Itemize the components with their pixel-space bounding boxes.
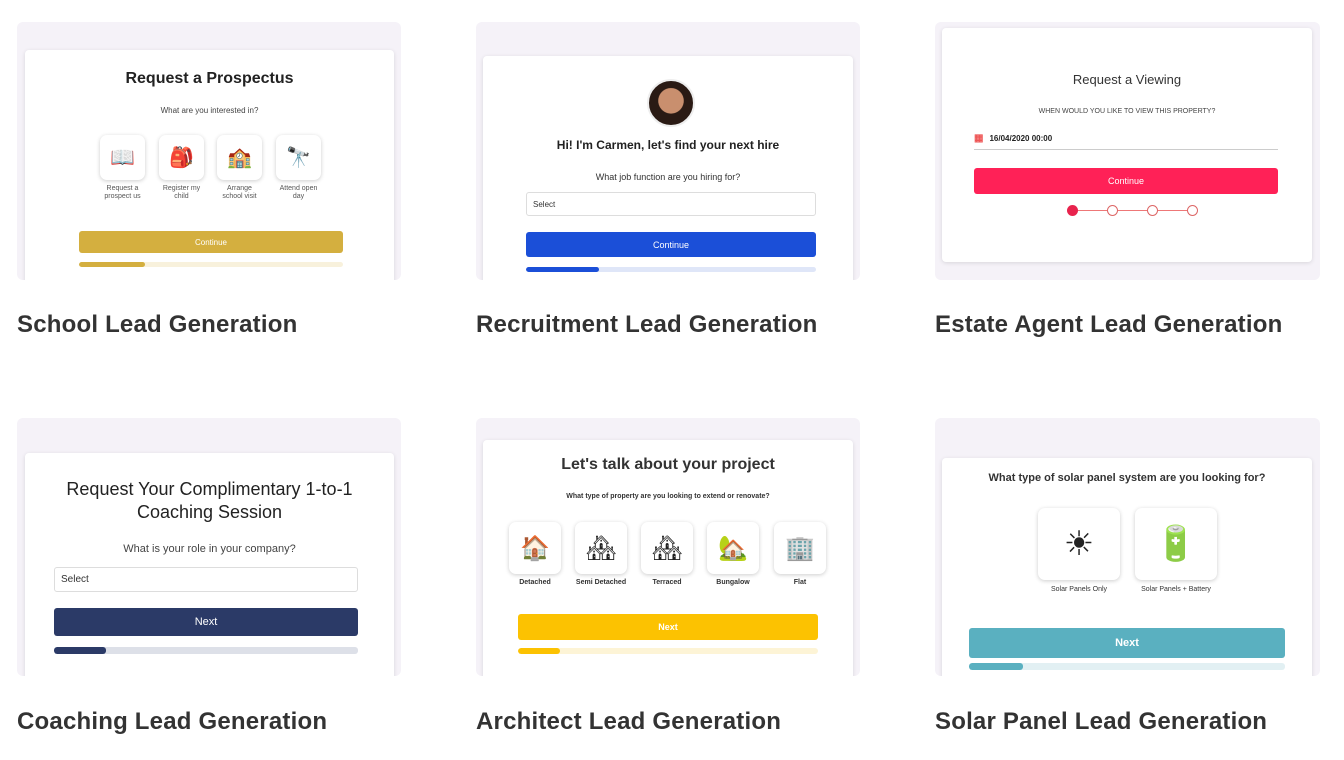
- school-template-preview[interactable]: Request a Prospectus What are you intere…: [17, 22, 401, 280]
- step-dot: [1107, 205, 1118, 216]
- option-label: Solar Panels + Battery: [1141, 586, 1211, 593]
- recruitment-template-preview[interactable]: Hi! I'm Carmen, let's find your next hir…: [476, 22, 860, 280]
- form-panel: Request a Viewing WHEN WOULD YOU LIKE TO…: [942, 28, 1312, 262]
- progress-bar: [518, 648, 818, 654]
- job-function-select[interactable]: Select: [526, 192, 816, 216]
- template-title[interactable]: Solar Panel Lead Generation: [935, 708, 1267, 736]
- form-question: What is your role in your company?: [123, 543, 296, 555]
- template-title[interactable]: Estate Agent Lead Generation: [935, 311, 1282, 339]
- semi-detached-house-icon[interactable]: 🏘: [575, 522, 627, 574]
- option-label: Arrange school visit: [222, 185, 257, 200]
- role-select[interactable]: Select: [54, 567, 358, 592]
- continue-button[interactable]: Continue: [974, 168, 1278, 194]
- progress-bar: [526, 267, 816, 272]
- option-label: Flat: [793, 579, 807, 586]
- option-label: Attend open day: [279, 185, 318, 200]
- option-label: Bungalow: [716, 579, 750, 586]
- form-question: What are you interested in?: [160, 106, 259, 115]
- progress-bar: [54, 647, 358, 654]
- coaching-template-preview[interactable]: Request Your Complimentary 1-to-1 Coachi…: [17, 418, 401, 676]
- form-heading: What type of solar panel system are you …: [988, 472, 1266, 484]
- solar-panel-battery-icon[interactable]: 🔋: [1135, 508, 1217, 580]
- form-panel: Request Your Complimentary 1-to-1 Coachi…: [25, 453, 394, 676]
- form-question: WHEN WOULD YOU LIKE TO VIEW THIS PROPERT…: [1038, 108, 1216, 115]
- option-label: Solar Panels Only: [1050, 586, 1108, 593]
- option-label: Semi Detached: [575, 579, 627, 586]
- telescope-icon[interactable]: 🔭: [276, 135, 321, 180]
- continue-button[interactable]: Continue: [79, 231, 343, 253]
- bungalow-icon[interactable]: 🏡: [707, 522, 759, 574]
- avatar: [647, 79, 695, 127]
- next-button[interactable]: Next: [518, 614, 818, 640]
- option-label: Detached: [519, 579, 551, 586]
- template-title[interactable]: Recruitment Lead Generation: [476, 311, 817, 339]
- school-icon[interactable]: 🏫: [217, 135, 262, 180]
- next-button[interactable]: Next: [969, 628, 1285, 658]
- form-heading: Request Your Complimentary 1-to-1: [66, 479, 353, 499]
- form-heading: Coaching Session: [136, 502, 283, 522]
- form-heading: Hi! I'm Carmen, let's find your next hir…: [556, 138, 780, 152]
- option-label: Register my child: [162, 185, 201, 200]
- backpack-icon[interactable]: 🎒: [159, 135, 204, 180]
- template-title[interactable]: Coaching Lead Generation: [17, 708, 327, 736]
- continue-button[interactable]: Continue: [526, 232, 816, 257]
- next-button[interactable]: Next: [54, 608, 358, 636]
- form-panel: Hi! I'm Carmen, let's find your next hir…: [483, 56, 853, 280]
- terraced-house-icon[interactable]: 🏘: [641, 522, 693, 574]
- progress-bar: [969, 663, 1285, 670]
- detached-house-icon[interactable]: 🏠: [509, 522, 561, 574]
- template-title[interactable]: School Lead Generation: [17, 311, 297, 339]
- form-heading: Let's talk about your project: [561, 456, 775, 473]
- calendar-icon: ▦: [974, 133, 984, 144]
- flat-icon[interactable]: 🏢: [774, 522, 826, 574]
- form-panel: Let's talk about your project What type …: [483, 440, 853, 676]
- step-dot: [1147, 205, 1158, 216]
- solar-panel-template-preview[interactable]: What type of solar panel system are you …: [935, 418, 1320, 676]
- option-label: Request a prospect us: [104, 185, 141, 200]
- date-field[interactable]: ▦ 16/04/2020 00:00: [974, 128, 1278, 150]
- form-heading: Request a Prospectus: [125, 70, 294, 87]
- step-dot-active: [1067, 205, 1078, 216]
- architect-template-preview[interactable]: Let's talk about your project What type …: [476, 418, 860, 676]
- estate-agent-template-preview[interactable]: Request a Viewing WHEN WOULD YOU LIKE TO…: [935, 22, 1320, 280]
- form-heading: Request a Viewing: [1072, 72, 1182, 87]
- form-question: What job function are you hiring for?: [595, 172, 741, 182]
- form-panel: What type of solar panel system are you …: [942, 458, 1312, 676]
- step-dot: [1187, 205, 1198, 216]
- option-label: Terraced: [652, 579, 682, 586]
- book-icon[interactable]: 📖: [100, 135, 145, 180]
- template-title[interactable]: Architect Lead Generation: [476, 708, 781, 736]
- step-line: [1071, 210, 1191, 211]
- progress-bar: [79, 262, 343, 267]
- solar-panel-icon[interactable]: ☀: [1038, 508, 1120, 580]
- form-question: What type of property are you looking to…: [566, 493, 770, 500]
- form-panel: Request a Prospectus What are you intere…: [25, 50, 394, 280]
- date-value: 16/04/2020 00:00: [989, 134, 1053, 143]
